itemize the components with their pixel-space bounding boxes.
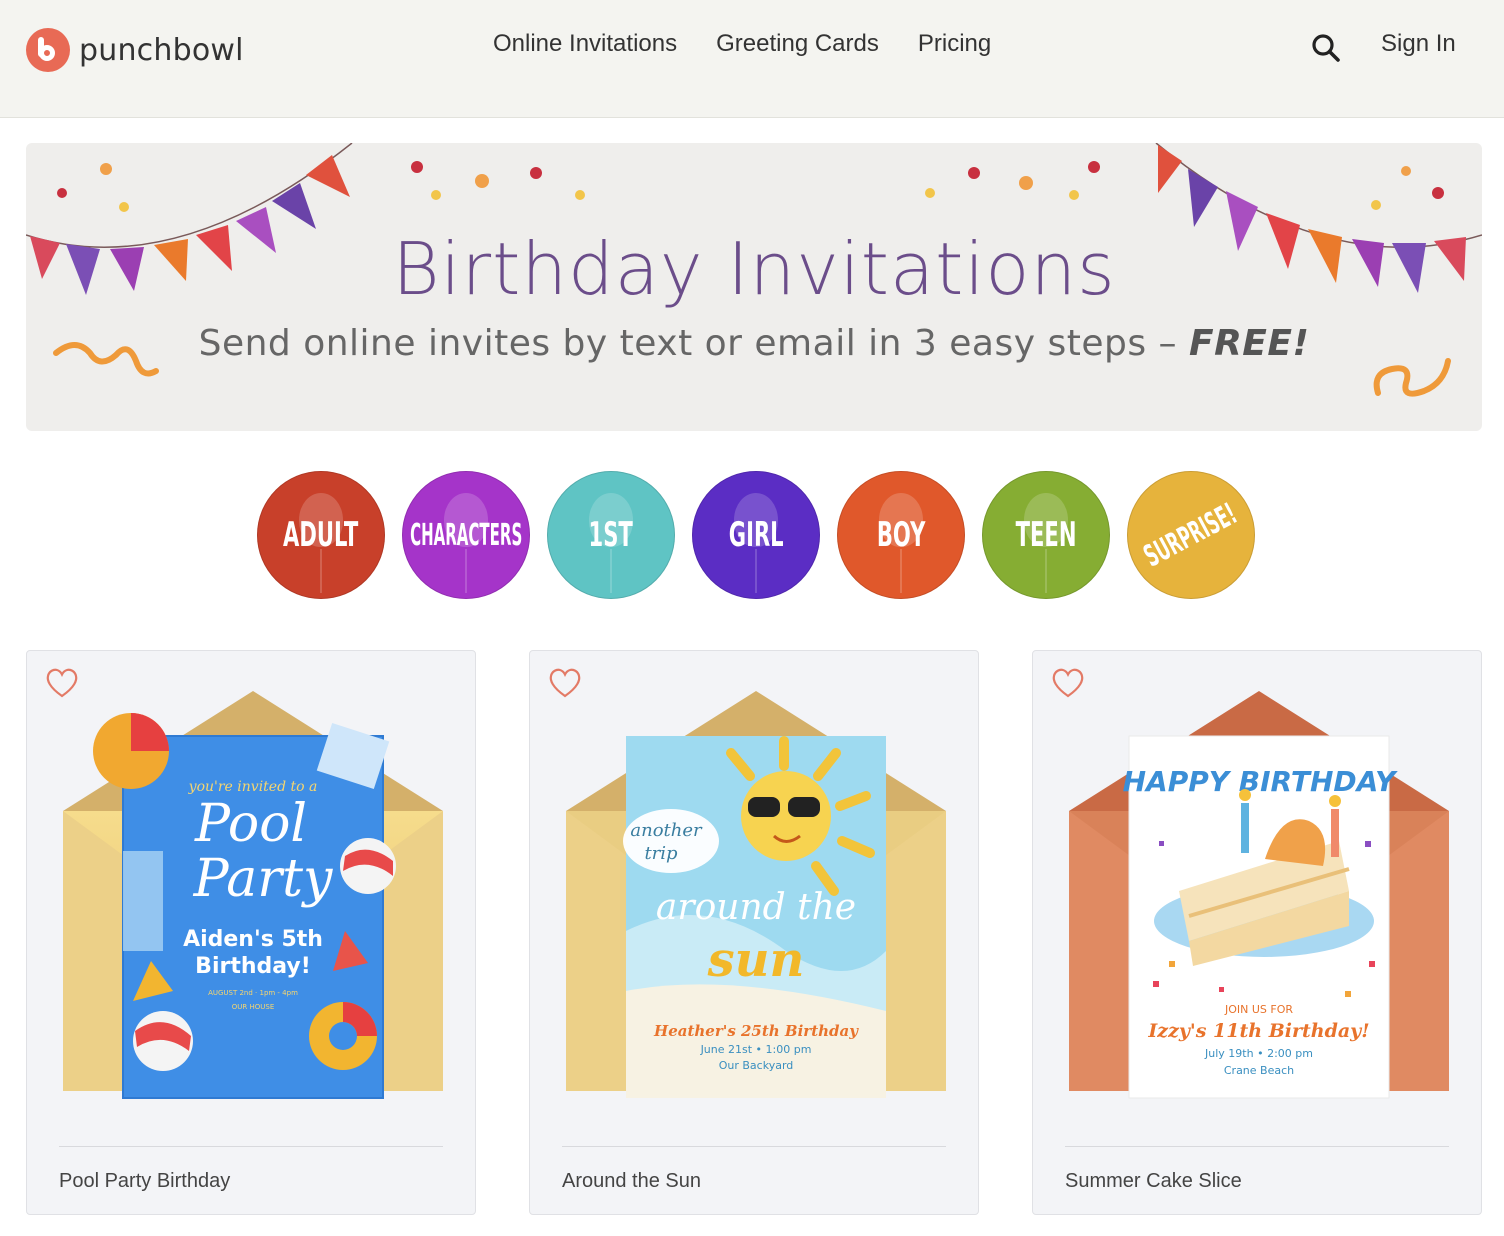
punchbowl-logo-icon [26,28,70,72]
card-1-title2: Party [193,849,333,909]
card-2-t3: around the [656,887,856,928]
search-icon[interactable] [1311,33,1341,63]
card-3-line3: Crane Beach [1224,1064,1294,1077]
card-divider [59,1146,443,1147]
card-image-pool-party: you're invited to a Pool Party Aiden's 5… [63,691,443,1099]
page-title: Birthday Invitations [392,227,1116,311]
card-1-invited: you're invited to a [188,779,318,795]
category-boy[interactable]: BOY [837,471,965,599]
card-title[interactable]: Around the Sun [562,1170,701,1193]
logo-text: punchbowl [79,32,244,68]
card-title[interactable]: Summer Cake Slice [1065,1170,1242,1193]
site-header: punchbowl Online Invitations Greeting Ca… [0,0,1504,118]
card-2-line2: June 21st • 1:00 pm [700,1043,812,1056]
category-filters: ADULT CHARACTERS 1ST GIRL BOY TEEN SURPR… [257,471,1255,599]
card-3-line2: July 19th • 2:00 pm [1204,1047,1313,1060]
category-teen[interactable]: TEEN [982,471,1110,599]
category-characters[interactable]: CHARACTERS [402,471,530,599]
card-2-t4: sun [707,932,805,988]
card-3-title: HAPPY BIRTHDAY [1123,765,1398,798]
page-subtitle: Send online invites by text or email in … [198,323,1310,364]
category-girl[interactable]: GIRL [692,471,820,599]
card-1-place: OUR HOUSE [232,1003,275,1011]
card-2-t2: trip [644,843,678,864]
card-3-join: JOIN US FOR [1224,1003,1293,1016]
card-1-title1: Pool [194,794,307,854]
card-2-t1: another [630,820,703,841]
invitation-card-pool-party[interactable]: you're invited to a Pool Party Aiden's 5… [26,650,476,1215]
logo[interactable]: punchbowl [26,28,244,72]
invitation-card-summer-cake-slice[interactable]: HAPPY BIRTHDAY JOIN US FOR Izzy's 11th B… [1032,650,1482,1215]
card-image-around-the-sun: another trip around the sun Heather's 25… [566,691,946,1098]
card-1-line1: Aiden's 5th [183,927,323,952]
nav-greeting-cards[interactable]: Greeting Cards [716,30,879,58]
card-1-details: AUGUST 2nd · 1pm - 4pm [208,989,298,997]
card-1-line2: Birthday! [195,954,311,979]
sign-in-link[interactable]: Sign In [1381,30,1456,58]
invitation-card-around-the-sun[interactable]: another trip around the sun Heather's 25… [529,650,979,1215]
card-2-line3: Our Backyard [719,1059,794,1072]
category-1st[interactable]: 1ST [547,471,675,599]
card-divider [1065,1146,1449,1147]
card-title[interactable]: Pool Party Birthday [59,1170,230,1193]
card-3-line1: Izzy's 11th Birthday! [1147,1020,1369,1042]
card-2-line1: Heather's 25th Birthday [653,1022,859,1040]
hero-banner: Birthday Invitations Send online invites… [26,143,1482,431]
nav-online-invitations[interactable]: Online Invitations [493,30,677,58]
card-image-summer-cake-slice: HAPPY BIRTHDAY JOIN US FOR Izzy's 11th B… [1069,691,1449,1099]
category-surprise[interactable]: SURPRISE! [1127,471,1255,599]
nav-pricing[interactable]: Pricing [918,30,991,58]
card-divider [562,1146,946,1147]
category-adult[interactable]: ADULT [257,471,385,599]
main-nav: Online Invitations Greeting Cards Pricin… [493,30,991,58]
